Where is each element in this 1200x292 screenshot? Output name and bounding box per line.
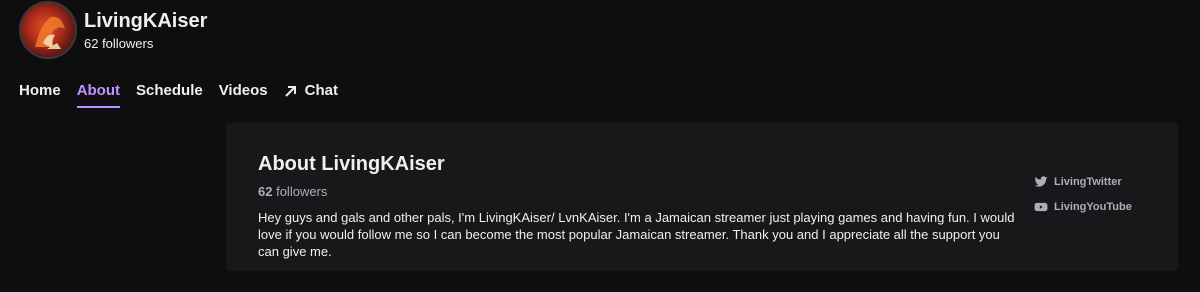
about-followers: 62 followers: [258, 184, 327, 199]
channel-nav: Home About Schedule Videos Chat: [19, 81, 354, 108]
about-bio: Hey guys and gals and other pals, I'm Li…: [258, 210, 1015, 259]
tab-schedule[interactable]: Schedule: [136, 81, 203, 108]
social-link-twitter[interactable]: LivingTwitter: [1034, 169, 1132, 194]
tab-chat-label: Chat: [304, 82, 338, 99]
channel-header: LivingKAiser 62 followers: [19, 1, 207, 59]
about-panel: About LivingKAiser 62 followers Hey guys…: [226, 123, 1178, 271]
youtube-icon: [1034, 202, 1048, 211]
tab-videos[interactable]: Videos: [219, 81, 268, 108]
about-title: About LivingKAiser: [258, 153, 445, 175]
about-followers-count: 62: [258, 184, 273, 199]
channel-name[interactable]: LivingKAiser: [84, 9, 207, 33]
channel-followers: 62 followers: [84, 36, 154, 51]
social-link-youtube[interactable]: LivingYouTube: [1034, 194, 1132, 219]
social-links: LivingTwitter LivingYouTube: [1034, 169, 1132, 219]
social-link-twitter-label: LivingTwitter: [1054, 175, 1122, 188]
about-followers-label: followers: [276, 184, 328, 199]
avatar-art: [35, 16, 65, 49]
tab-home[interactable]: Home: [19, 81, 61, 108]
avatar[interactable]: [19, 1, 77, 59]
external-arrow-icon: [284, 86, 296, 97]
twitter-icon: [1034, 175, 1048, 187]
social-link-youtube-label: LivingYouTube: [1054, 200, 1132, 213]
tab-about[interactable]: About: [76, 81, 121, 108]
tab-chat[interactable]: Chat: [284, 81, 338, 108]
